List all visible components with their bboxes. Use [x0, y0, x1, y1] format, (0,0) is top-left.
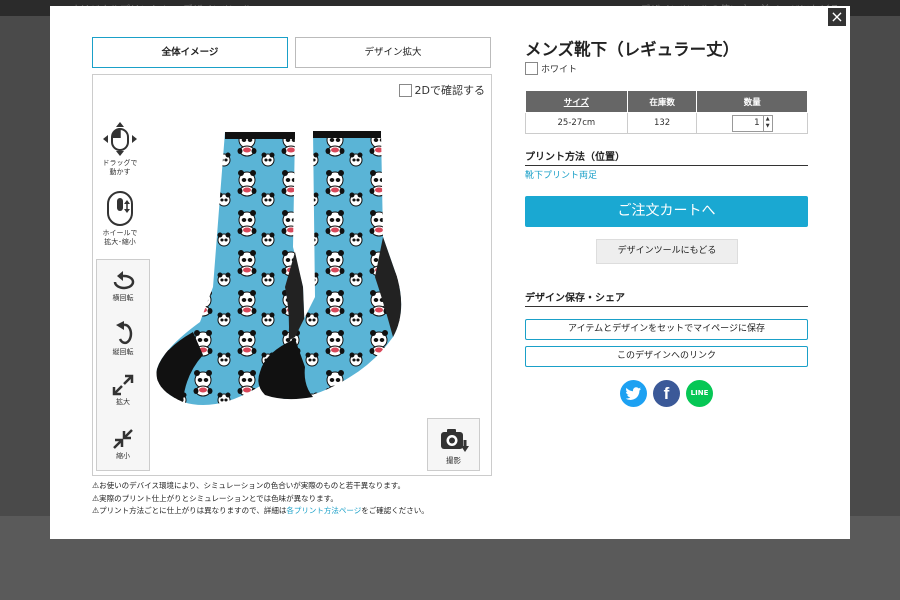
twitter-share-button[interactable]	[620, 380, 647, 407]
notes: ⚠お使いのデバイス環境により、シミュレーションの色合いが実際のものと若干異なりま…	[92, 480, 429, 518]
rotate-zoom-panel: 横回転 縦回転 拡大 縮小	[96, 259, 150, 471]
chevron-up-icon[interactable]: ▲	[766, 116, 770, 122]
horizontal-rotate-button[interactable]: 横回転	[99, 270, 147, 303]
header-qty: 数量	[696, 90, 808, 113]
note-2: ⚠実際のプリント仕上がりとシミュレーションとでは色味が異なります。	[92, 493, 429, 506]
stock-cell: 132	[626, 112, 698, 134]
note-2-text: 実際のプリント仕上がりとシミュレーションとでは色味が異なります。	[99, 493, 338, 503]
expand-icon	[112, 374, 134, 396]
stepper-arrows[interactable]: ▲ ▼	[762, 115, 772, 131]
capture-button[interactable]: 撮影	[427, 418, 480, 471]
sock-preview-image	[156, 131, 402, 406]
line-share-button[interactable]: LINE	[686, 380, 713, 407]
order-cart-button[interactable]: ご注文カートへ	[525, 196, 808, 227]
stock-table: サイズ 在庫数 数量 25-27cm 132 1 ▲ ▼	[525, 90, 808, 134]
check-2d-checkbox[interactable]	[398, 83, 412, 97]
design-link-button[interactable]: このデザインへのリンク	[525, 346, 808, 367]
zoom-in-button[interactable]: 拡大	[99, 374, 147, 407]
zoom-out-label: 縮小	[116, 452, 130, 460]
note-3-suffix: をご確認ください。	[361, 506, 429, 515]
capture-label: 撮影	[446, 456, 461, 465]
drag-label: ドラッグで 動かす	[102, 159, 138, 176]
header-size[interactable]: サイズ	[525, 90, 628, 113]
note-1: ⚠お使いのデバイス環境により、シミュレーションの色合いが実際のものと若干異なりま…	[92, 480, 429, 493]
close-icon[interactable]: ×	[828, 8, 846, 26]
twitter-icon	[625, 387, 641, 400]
save-to-mypage-button[interactable]: アイテムとデザインをセットでマイページに保存	[525, 319, 808, 340]
rotate-vertical-icon	[116, 321, 133, 345]
wheel-control: ホイールで 拡大･縮小	[100, 191, 140, 247]
print-method-page-link[interactable]: 各プリント方法ページ	[286, 506, 361, 515]
horizontal-rotate-label: 横回転	[112, 294, 134, 302]
size-cell: 25-27cm	[525, 112, 628, 134]
tab-overall-image[interactable]: 全体イメージ	[92, 37, 288, 68]
3d-viewer[interactable]: 2Dで確認する ドラッグで 動かす ホイールで 拡大･縮小 横回転 縦回転 拡大…	[92, 74, 492, 476]
quantity-stepper[interactable]: 1 ▲ ▼	[731, 114, 773, 132]
drag-control: ドラッグで 動かす	[100, 121, 140, 177]
product-title: メンズ靴下（レギュラー丈）	[525, 40, 740, 59]
zoom-out-button[interactable]: 縮小	[99, 428, 147, 461]
vertical-rotate-button[interactable]: 縦回転	[99, 320, 147, 357]
drag-arrows-icon	[103, 122, 137, 156]
header-stock: 在庫数	[626, 90, 698, 113]
table-row: 25-27cm 132 1 ▲ ▼	[525, 112, 808, 134]
line-icon: LINE	[690, 389, 709, 397]
note-1-text: お使いのデバイス環境により、シミュレーションの色合いが実際のものと若干異なります…	[99, 481, 405, 490]
color-name: ホワイト	[541, 65, 578, 75]
zoom-in-label: 拡大	[116, 398, 130, 406]
chevron-down-icon[interactable]: ▼	[766, 123, 770, 129]
tab-design-zoom[interactable]: デザイン拡大	[295, 37, 491, 68]
color-option: ホワイト	[525, 62, 577, 75]
note-3-prefix: プリント方法ごとに仕上がりは異なりますので、詳細は	[99, 506, 287, 515]
color-swatch	[525, 62, 538, 75]
facebook-share-button[interactable]: f	[653, 380, 680, 407]
qty-cell: 1 ▲ ▼	[696, 112, 808, 134]
quantity-value[interactable]: 1	[733, 118, 763, 128]
mouse-wheel-icon	[107, 191, 133, 226]
check-2d[interactable]: 2Dで確認する	[398, 82, 485, 98]
preview-modal: 全体イメージ デザイン拡大 2Dで確認する ドラッグで 動かす ホイールで 拡大…	[50, 6, 850, 539]
note-3: ⚠プリント方法ごとに仕上がりは異なりますので、詳細は各プリント方法ページをご確認…	[92, 505, 429, 518]
rotate-horizontal-icon	[113, 271, 135, 290]
vertical-rotate-label: 縦回転	[112, 348, 134, 356]
print-method-link[interactable]: 靴下プリント両足	[525, 168, 597, 181]
back-to-design-tool-button[interactable]: デザインツールにもどる	[596, 239, 738, 264]
facebook-icon: f	[663, 384, 670, 403]
shrink-icon	[113, 429, 133, 449]
camera-icon	[440, 429, 469, 452]
check-2d-label: 2Dで確認する	[414, 84, 485, 97]
wheel-label: ホイールで 拡大･縮小	[102, 229, 138, 246]
share-section-title: デザイン保存・シェア	[525, 289, 808, 307]
print-section-title: プリント方法（位置）	[525, 148, 808, 166]
